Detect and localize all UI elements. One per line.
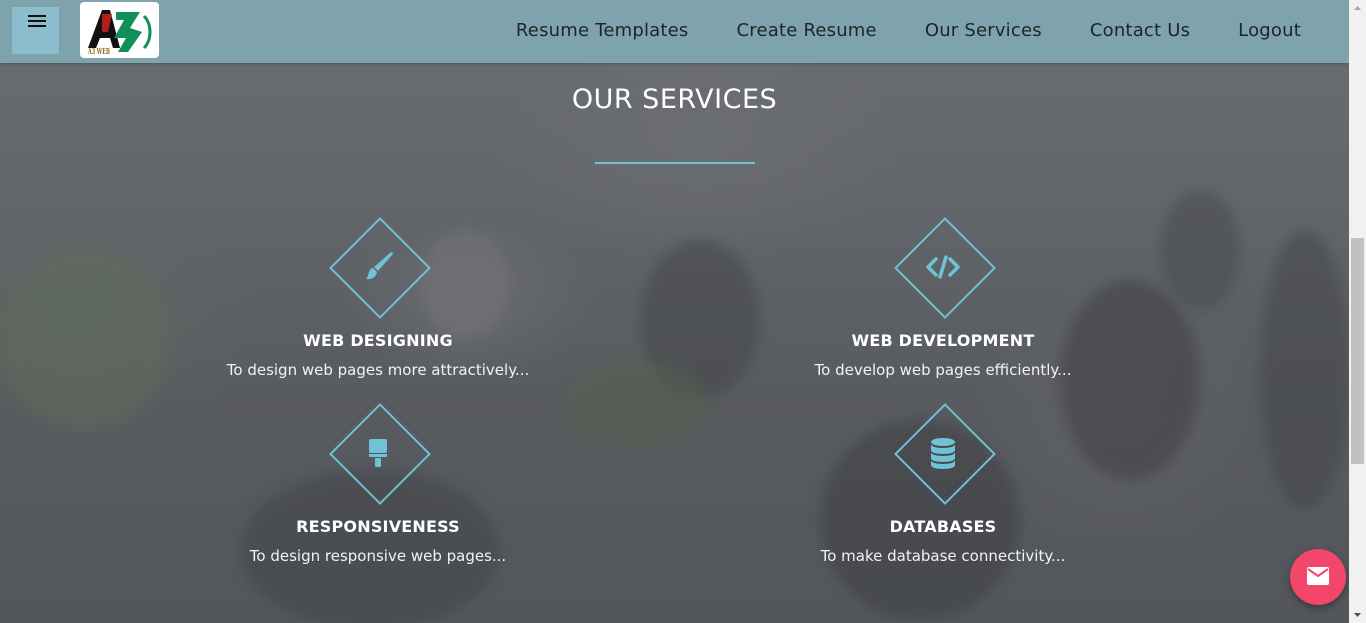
service-title: WEB DESIGNING [303, 331, 453, 350]
site-logo[interactable]: A3 WEB [80, 2, 159, 58]
logo-wordmark: A3 WEB [87, 46, 110, 56]
scrollbar-thumb[interactable] [1351, 238, 1364, 464]
hamburger-menu-icon [28, 15, 46, 17]
main-nav: Resume Templates Create Resume Our Servi… [516, 18, 1301, 44]
contact-mail-button[interactable] [1290, 549, 1346, 605]
hamburger-menu-button[interactable] [12, 7, 59, 54]
hamburger-menu-icon-bar [28, 20, 46, 22]
nav-logout[interactable]: Logout [1238, 18, 1301, 44]
nav-create-resume[interactable]: Create Resume [737, 18, 877, 44]
service-description: To develop web pages efficiently... [814, 361, 1072, 379]
nav-our-services[interactable]: Our Services [925, 18, 1042, 44]
service-responsiveness: RESPONSIVENESS To design responsive web … [178, 401, 578, 571]
database-icon [931, 438, 955, 469]
scroll-down-arrow-icon[interactable] [1349, 606, 1366, 623]
service-web-development: WEB DEVELOPMENT To develop web pages eff… [743, 215, 1143, 385]
service-description: To design responsive web pages... [249, 547, 507, 565]
title-divider [595, 162, 755, 164]
hamburger-menu-icon-bar [28, 25, 46, 27]
scroll-up-arrow-icon[interactable] [1349, 0, 1366, 17]
nav-resume-templates[interactable]: Resume Templates [516, 18, 689, 44]
paint-brush-icon [366, 252, 393, 280]
paint-roller-icon [369, 439, 387, 467]
service-title: RESPONSIVENESS [296, 517, 460, 536]
mail-icon [1307, 567, 1329, 585]
section-title: OUR SERVICES [571, 84, 778, 115]
page-scrollbar[interactable] [1349, 0, 1366, 623]
service-description: To design web pages more attractively... [226, 361, 530, 379]
top-navbar: A3 WEB Resume Templates Create Resume Ou… [0, 0, 1349, 63]
service-description: To make database connectivity... [820, 547, 1066, 565]
service-title: WEB DEVELOPMENT [851, 331, 1035, 350]
service-web-designing: WEB DESIGNING To design web pages more a… [178, 215, 578, 385]
service-databases: DATABASES To make database connectivity.… [743, 401, 1143, 571]
code-icon [926, 255, 960, 279]
logo-image: A3 WEB [87, 10, 152, 56]
service-title: DATABASES [889, 517, 997, 536]
nav-contact-us[interactable]: Contact Us [1090, 18, 1190, 44]
